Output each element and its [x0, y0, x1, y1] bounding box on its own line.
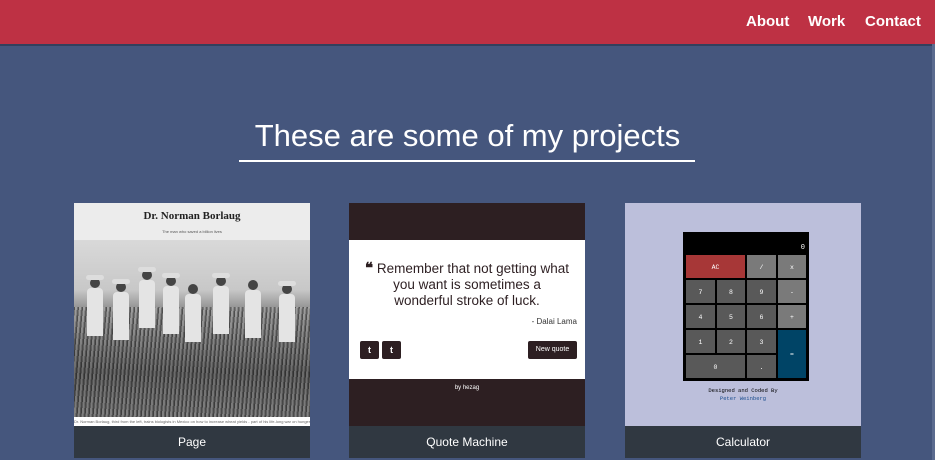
project-card-calculator[interactable]: 0 AC / x 7 8 9 - 4 5 6 + 1 2 3 = 0 . Des… [625, 203, 861, 458]
project-card-quote-machine[interactable]: ❝ Remember that not getting what you wan… [349, 203, 585, 458]
calculator-display: 0 [685, 234, 807, 254]
tumblr-icon[interactable]: t [382, 341, 401, 359]
nav-link-about[interactable]: About [746, 13, 789, 30]
person-figure [244, 280, 262, 340]
project-card-page[interactable]: Dr. Norman Borlaug The man who saved a b… [74, 203, 310, 458]
key-0[interactable]: 0 [685, 354, 746, 379]
key-clear[interactable]: AC [685, 254, 746, 279]
key-1[interactable]: 1 [685, 329, 716, 354]
preview-photo [74, 240, 310, 417]
key-2[interactable]: 2 [716, 329, 746, 354]
key-7[interactable]: 7 [685, 279, 716, 304]
person-figure [138, 267, 156, 330]
title-underline [239, 160, 695, 162]
quote-text: ❝ Remember that not getting what you wan… [363, 261, 571, 309]
preview-subheading: The man who saved a billion lives [162, 229, 222, 234]
key-5[interactable]: 5 [716, 304, 746, 329]
key-4[interactable]: 4 [685, 304, 716, 329]
person-figure [112, 279, 130, 342]
photo-caption: Dr. Norman Borlaug, third from the left,… [74, 419, 310, 424]
key-6[interactable]: 6 [746, 304, 777, 329]
preview-heading: Dr. Norman Borlaug [143, 210, 241, 222]
nav-link-work[interactable]: Work [808, 13, 845, 30]
key-8[interactable]: 8 [716, 279, 746, 304]
key-multiply[interactable]: x [777, 254, 807, 279]
person-figure [162, 273, 180, 336]
person-figure [212, 273, 230, 336]
key-plus[interactable]: + [777, 304, 807, 329]
key-decimal[interactable]: . [746, 354, 777, 379]
new-quote-button[interactable]: New quote [528, 341, 577, 359]
project-title[interactable]: Calculator [625, 426, 861, 458]
key-minus[interactable]: - [777, 279, 807, 304]
key-equals[interactable]: = [777, 329, 807, 379]
key-9[interactable]: 9 [746, 279, 777, 304]
section-title: These are some of my projects [254, 118, 681, 153]
quote-body: Remember that not getting what you want … [376, 261, 569, 308]
preview-header: Dr. Norman Borlaug The man who saved a b… [74, 203, 310, 240]
person-figure [278, 281, 296, 344]
project-preview-calculator[interactable]: 0 AC / x 7 8 9 - 4 5 6 + 1 2 3 = 0 . Des… [625, 203, 861, 426]
quote-box: ❝ Remember that not getting what you wan… [349, 240, 585, 379]
project-title[interactable]: Page [74, 426, 310, 458]
person-figure [86, 275, 104, 338]
top-navbar: About Work Contact [0, 0, 935, 44]
calculator-credit: Designed and Coded By [708, 387, 778, 394]
quote-footer: by hezag [454, 385, 480, 391]
calculator-author-link[interactable]: Peter Weinberg [625, 395, 861, 402]
project-preview-quote-machine[interactable]: ❝ Remember that not getting what you wan… [349, 203, 585, 426]
calculator: 0 AC / x 7 8 9 - 4 5 6 + 1 2 3 = 0 . [683, 232, 809, 381]
quote-mark-icon: ❝ [365, 260, 374, 277]
key-3[interactable]: 3 [746, 329, 777, 354]
person-figure [184, 284, 202, 344]
nav-link-contact[interactable]: Contact [865, 13, 921, 30]
project-preview-borlaug[interactable]: Dr. Norman Borlaug The man who saved a b… [74, 203, 310, 426]
key-divide[interactable]: / [746, 254, 777, 279]
quote-author: - Dalai Lama [531, 317, 577, 326]
twitter-icon[interactable]: t [360, 341, 379, 359]
project-title[interactable]: Quote Machine [349, 426, 585, 458]
